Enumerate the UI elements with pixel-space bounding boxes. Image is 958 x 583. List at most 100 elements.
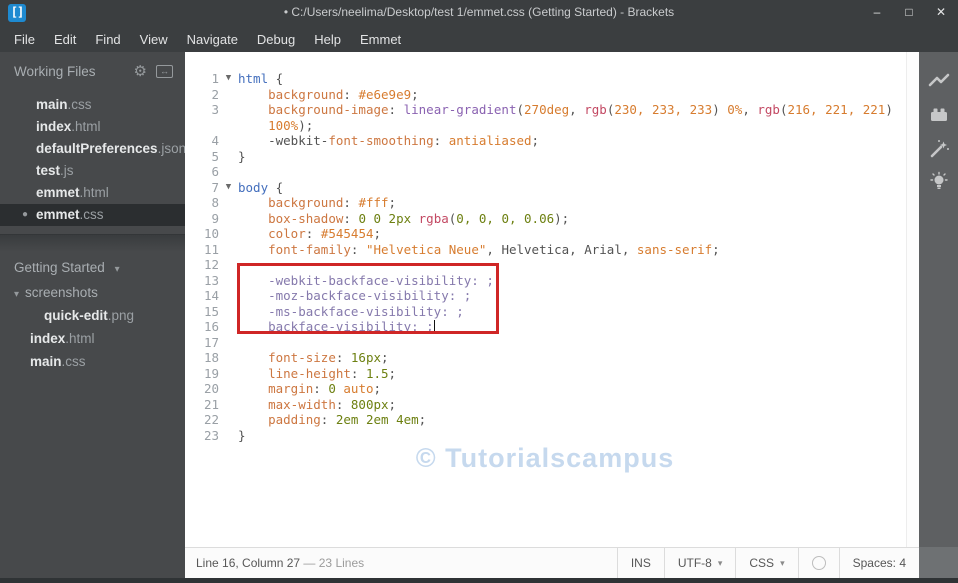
code-line[interactable]: 20 margin: 0 auto;	[185, 381, 905, 397]
fold-arrow-icon[interactable]: ▼	[219, 180, 238, 196]
code-token: 216, 221, 221	[787, 102, 886, 117]
code-line[interactable]: 10 color: #545454;	[185, 226, 905, 242]
line-count-text: — 23 Lines	[303, 556, 365, 570]
code-line[interactable]: 21 max-width: 800px;	[185, 397, 905, 413]
code-line[interactable]: 13 -webkit-backface-visibility: ;	[185, 273, 905, 289]
menu-item-navigate[interactable]: Navigate	[187, 32, 238, 47]
line-column-text: Line 16, Column 27	[196, 556, 301, 570]
live-preview-icon[interactable]	[926, 70, 952, 94]
code-token: font-family	[268, 241, 351, 257]
code-line[interactable]: 14 -moz-backface-visibility: ;	[185, 288, 905, 304]
file-base-name: index	[36, 119, 72, 134]
magic-wand-icon[interactable]	[926, 136, 952, 160]
lint-status-indicator[interactable]	[797, 548, 839, 578]
tree-file[interactable]: quick-edit.png	[0, 304, 185, 327]
tree-file[interactable]: main.css	[0, 350, 185, 373]
menu-item-edit[interactable]: Edit	[54, 32, 76, 47]
code-line[interactable]: 12	[185, 257, 905, 273]
vertical-scrollbar[interactable]	[906, 52, 919, 547]
fold-gutter	[219, 211, 238, 227]
code-line[interactable]: 15 -ms-backface-visibility: ;	[185, 304, 905, 320]
menu-item-file[interactable]: File	[14, 32, 35, 47]
code-line[interactable]: 8 background: #fff;	[185, 195, 905, 211]
code-text: background: #fff;	[238, 195, 396, 211]
code-line[interactable]: 7 ▼ body {	[185, 180, 905, 196]
lightbulb-icon[interactable]	[926, 169, 952, 193]
chevron-down-icon: ▾	[114, 264, 120, 275]
working-file-item[interactable]: index.html	[0, 116, 185, 138]
file-base-name: quick-edit	[44, 308, 108, 323]
code-line[interactable]: 5}	[185, 149, 905, 165]
code-line[interactable]: 11 font-family: "Helvetica Neue", Helvet…	[185, 242, 905, 258]
code-token: {	[268, 71, 284, 86]
code-line[interactable]: 1 ▼ html {	[185, 71, 905, 87]
code-token: ;	[388, 195, 397, 210]
tree-file[interactable]: index.html	[0, 327, 185, 350]
minimize-button[interactable]: –	[866, 3, 888, 21]
code-line[interactable]: 16 backface-visibility: ;	[185, 319, 905, 335]
code-line[interactable]: 9 box-shadow: 0 0 2px rgba(0, 0, 0, 0.06…	[185, 211, 905, 227]
code-line[interactable]: 23}	[185, 428, 905, 444]
working-file-item[interactable]: main.css	[0, 94, 185, 116]
working-file-item[interactable]: defaultPreferences.json	[0, 138, 185, 160]
editor-pane[interactable]: 1 ▼ html {2 background: #e6e9e9; 3 backgrou…	[185, 52, 919, 578]
code-text: -webkit-backface-visibility: ;	[238, 273, 494, 289]
code-line[interactable]: 2 background: #e6e9e9;	[185, 87, 905, 103]
split-view-icon[interactable]: ↔	[156, 64, 173, 78]
language-dropdown[interactable]: CSS ▾	[735, 548, 797, 578]
code-token: sans-serif	[636, 241, 713, 257]
code-line[interactable]: 19 line-height: 1.5;	[185, 366, 905, 382]
line-number: 13	[203, 272, 219, 288]
fold-gutter	[219, 350, 238, 366]
fold-gutter	[219, 164, 238, 180]
code-line[interactable]: 6	[185, 164, 905, 180]
working-file-item[interactable]: emmet.html	[0, 182, 185, 204]
overwrite-toggle[interactable]: INS	[616, 548, 664, 578]
code-line[interactable]: 3 background-image: linear-gradient(270d…	[185, 102, 905, 118]
code-text: }	[238, 149, 246, 165]
close-button[interactable]: ✕	[930, 3, 952, 21]
code-text: color: #545454;	[238, 226, 381, 242]
code-line[interactable]: 4 -webkit-font-smoothing: antialiased;	[185, 133, 905, 149]
code-area[interactable]: 1 ▼ html {2 background: #e6e9e9; 3 backgrou…	[185, 71, 905, 443]
line-number: 10	[203, 226, 219, 241]
line-number: 19	[203, 365, 219, 381]
extension-manager-icon[interactable]	[926, 103, 952, 127]
maximize-button[interactable]: □	[898, 3, 920, 21]
project-header[interactable]: Getting Started ▾	[0, 252, 185, 281]
menu-item-debug[interactable]: Debug	[257, 32, 295, 47]
code-line[interactable]: 22 padding: 2em 2em 4em;	[185, 412, 905, 428]
code-token: 100%	[268, 117, 299, 133]
window-bottom-border	[0, 578, 958, 583]
indent-setting[interactable]: Spaces: 4	[838, 548, 919, 578]
fold-arrow-icon[interactable]: ▼	[219, 71, 238, 87]
tree-folder[interactable]: ▾ screenshots	[0, 281, 185, 304]
code-line[interactable]: 100%);	[185, 118, 905, 134]
working-file-item[interactable]: test.js	[0, 160, 185, 182]
code-token: 230, 233, 233	[614, 102, 713, 117]
menu-item-help[interactable]: Help	[314, 32, 341, 47]
file-extension: .png	[107, 308, 135, 323]
code-token: #545454	[320, 226, 374, 241]
code-token: ,	[569, 102, 585, 117]
encoding-dropdown[interactable]: UTF-8 ▾	[663, 548, 736, 578]
chevron-down-icon: ▾	[14, 289, 20, 300]
menu-item-find[interactable]: Find	[95, 32, 120, 47]
code-token: :	[343, 86, 359, 102]
code-token: body	[238, 179, 269, 195]
fold-gutter	[219, 412, 238, 428]
code-token: 0, 0, 0, 0.06	[456, 210, 555, 226]
code-token: :	[313, 381, 329, 396]
code-token: #e6e9e9	[358, 86, 412, 102]
menu-item-view[interactable]: View	[140, 32, 168, 47]
code-line[interactable]: 17	[185, 335, 905, 351]
code-text: line-height: 1.5;	[238, 366, 396, 382]
gear-icon[interactable]: ⚙	[134, 62, 147, 80]
menu-item-emmet[interactable]: Emmet	[360, 32, 401, 47]
code-token: ;	[388, 365, 397, 381]
working-file-item[interactable]: ● emmet.css	[0, 204, 185, 226]
code-line[interactable]: 18 font-size: 16px;	[185, 350, 905, 366]
code-token: , Helvetica, Arial,	[486, 241, 637, 257]
